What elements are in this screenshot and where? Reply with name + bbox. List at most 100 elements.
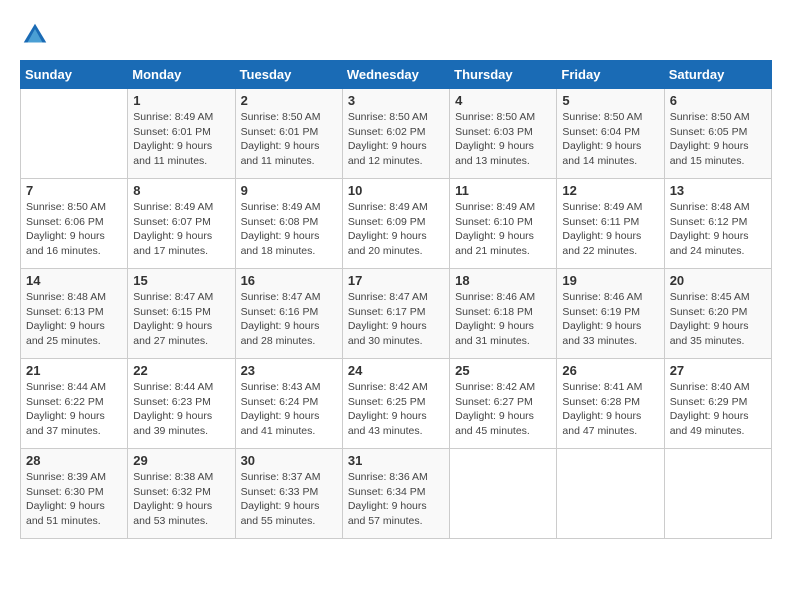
day-number: 25 xyxy=(455,363,551,378)
day-number: 12 xyxy=(562,183,658,198)
calendar-cell xyxy=(21,89,128,179)
cell-info: Sunrise: 8:49 AMSunset: 6:01 PMDaylight:… xyxy=(133,110,229,169)
cell-info: Sunrise: 8:47 AMSunset: 6:17 PMDaylight:… xyxy=(348,290,444,349)
weekday-header-saturday: Saturday xyxy=(664,61,771,89)
calendar-week-row: 28 Sunrise: 8:39 AMSunset: 6:30 PMDayligh… xyxy=(21,449,772,539)
calendar-week-row: 7 Sunrise: 8:50 AMSunset: 6:06 PMDaylight… xyxy=(21,179,772,269)
calendar-cell: 21Sunrise: 8:44 AMSunset: 6:22 PMDayligh… xyxy=(21,359,128,449)
day-number: 3 xyxy=(348,93,444,108)
day-number: 19 xyxy=(562,273,658,288)
calendar-cell: 2 Sunrise: 8:50 AMSunset: 6:01 PMDaylight… xyxy=(235,89,342,179)
cell-info: Sunrise: 8:48 AMSunset: 6:12 PMDaylight:… xyxy=(670,200,766,259)
cell-info: Sunrise: 8:42 AMSunset: 6:27 PMDaylight:… xyxy=(455,380,551,439)
day-number: 23 xyxy=(241,363,337,378)
cell-info: Sunrise: 8:37 AMSunset: 6:33 PMDaylight:… xyxy=(241,470,337,529)
calendar-cell xyxy=(450,449,557,539)
weekday-header-thursday: Thursday xyxy=(450,61,557,89)
day-number: 4 xyxy=(455,93,551,108)
calendar-cell: 23 Sunrise: 8:43 AMSunset: 6:24 PMDayligh… xyxy=(235,359,342,449)
logo xyxy=(20,20,54,50)
cell-info: Sunrise: 8:49 AMSunset: 6:11 PMDaylight:… xyxy=(562,200,658,259)
calendar-cell: 28 Sunrise: 8:39 AMSunset: 6:30 PMDayligh… xyxy=(21,449,128,539)
day-number: 30 xyxy=(241,453,337,468)
calendar-cell: 29Sunrise: 8:38 AMSunset: 6:32 PMDayligh… xyxy=(128,449,235,539)
day-number: 5 xyxy=(562,93,658,108)
weekday-header-monday: Monday xyxy=(128,61,235,89)
cell-info: Sunrise: 8:49 AMSunset: 6:07 PMDaylight:… xyxy=(133,200,229,259)
calendar-cell: 11 Sunrise: 8:49 AMSunset: 6:10 PMDayligh… xyxy=(450,179,557,269)
day-number: 24 xyxy=(348,363,444,378)
calendar-cell: 4 Sunrise: 8:50 AMSunset: 6:03 PMDaylight… xyxy=(450,89,557,179)
cell-info: Sunrise: 8:41 AMSunset: 6:28 PMDaylight:… xyxy=(562,380,658,439)
calendar-cell: 16 Sunrise: 8:47 AMSunset: 6:16 PMDayligh… xyxy=(235,269,342,359)
cell-info: Sunrise: 8:48 AMSunset: 6:13 PMDaylight:… xyxy=(26,290,122,349)
day-number: 7 xyxy=(26,183,122,198)
day-number: 15 xyxy=(133,273,229,288)
day-number: 27 xyxy=(670,363,766,378)
calendar-cell: 24 Sunrise: 8:42 AMSunset: 6:25 PMDayligh… xyxy=(342,359,449,449)
cell-info: Sunrise: 8:43 AMSunset: 6:24 PMDaylight:… xyxy=(241,380,337,439)
day-number: 22 xyxy=(133,363,229,378)
calendar-cell: 6Sunrise: 8:50 AMSunset: 6:05 PMDaylight… xyxy=(664,89,771,179)
calendar-cell xyxy=(557,449,664,539)
day-number: 16 xyxy=(241,273,337,288)
calendar-week-row: 14 Sunrise: 8:48 AMSunset: 6:13 PMDayligh… xyxy=(21,269,772,359)
cell-info: Sunrise: 8:47 AMSunset: 6:15 PMDaylight:… xyxy=(133,290,229,349)
calendar-cell: 7 Sunrise: 8:50 AMSunset: 6:06 PMDaylight… xyxy=(21,179,128,269)
calendar-table: SundayMondayTuesdayWednesdayThursdayFrid… xyxy=(20,60,772,539)
calendar-cell: 8 Sunrise: 8:49 AMSunset: 6:07 PMDaylight… xyxy=(128,179,235,269)
calendar-cell: 1 Sunrise: 8:49 AMSunset: 6:01 PMDaylight… xyxy=(128,89,235,179)
day-number: 2 xyxy=(241,93,337,108)
page-header xyxy=(20,20,772,50)
calendar-cell: 26 Sunrise: 8:41 AMSunset: 6:28 PMDayligh… xyxy=(557,359,664,449)
cell-info: Sunrise: 8:50 AMSunset: 6:04 PMDaylight:… xyxy=(562,110,658,169)
calendar-week-row: 1 Sunrise: 8:49 AMSunset: 6:01 PMDaylight… xyxy=(21,89,772,179)
cell-info: Sunrise: 8:45 AMSunset: 6:20 PMDaylight:… xyxy=(670,290,766,349)
calendar-cell: 14 Sunrise: 8:48 AMSunset: 6:13 PMDayligh… xyxy=(21,269,128,359)
weekday-header-friday: Friday xyxy=(557,61,664,89)
cell-info: Sunrise: 8:50 AMSunset: 6:05 PMDaylight:… xyxy=(670,110,766,169)
cell-info: Sunrise: 8:50 AMSunset: 6:02 PMDaylight:… xyxy=(348,110,444,169)
calendar-body: 1 Sunrise: 8:49 AMSunset: 6:01 PMDaylight… xyxy=(21,89,772,539)
calendar-cell: 31Sunrise: 8:36 AMSunset: 6:34 PMDayligh… xyxy=(342,449,449,539)
cell-info: Sunrise: 8:50 AMSunset: 6:01 PMDaylight:… xyxy=(241,110,337,169)
cell-info: Sunrise: 8:50 AMSunset: 6:03 PMDaylight:… xyxy=(455,110,551,169)
calendar-cell: 12 Sunrise: 8:49 AMSunset: 6:11 PMDayligh… xyxy=(557,179,664,269)
day-number: 26 xyxy=(562,363,658,378)
cell-info: Sunrise: 8:42 AMSunset: 6:25 PMDaylight:… xyxy=(348,380,444,439)
calendar-cell: 30 Sunrise: 8:37 AMSunset: 6:33 PMDayligh… xyxy=(235,449,342,539)
cell-info: Sunrise: 8:50 AMSunset: 6:06 PMDaylight:… xyxy=(26,200,122,259)
cell-info: Sunrise: 8:39 AMSunset: 6:30 PMDaylight:… xyxy=(26,470,122,529)
calendar-cell: 17 Sunrise: 8:47 AMSunset: 6:17 PMDayligh… xyxy=(342,269,449,359)
cell-info: Sunrise: 8:49 AMSunset: 6:09 PMDaylight:… xyxy=(348,200,444,259)
cell-info: Sunrise: 8:40 AMSunset: 6:29 PMDaylight:… xyxy=(670,380,766,439)
day-number: 10 xyxy=(348,183,444,198)
calendar-cell: 15 Sunrise: 8:47 AMSunset: 6:15 PMDayligh… xyxy=(128,269,235,359)
calendar-cell: 10 Sunrise: 8:49 AMSunset: 6:09 PMDayligh… xyxy=(342,179,449,269)
calendar-cell: 19 Sunrise: 8:46 AMSunset: 6:19 PMDayligh… xyxy=(557,269,664,359)
calendar-header: SundayMondayTuesdayWednesdayThursdayFrid… xyxy=(21,61,772,89)
day-number: 1 xyxy=(133,93,229,108)
cell-info: Sunrise: 8:44 AMSunset: 6:22 PMDaylight:… xyxy=(26,380,122,439)
day-number: 11 xyxy=(455,183,551,198)
day-number: 28 xyxy=(26,453,122,468)
calendar-cell: 9Sunrise: 8:49 AMSunset: 6:08 PMDaylight… xyxy=(235,179,342,269)
day-number: 8 xyxy=(133,183,229,198)
calendar-cell: 13 Sunrise: 8:48 AMSunset: 6:12 PMDayligh… xyxy=(664,179,771,269)
day-number: 20 xyxy=(670,273,766,288)
calendar-week-row: 21Sunrise: 8:44 AMSunset: 6:22 PMDayligh… xyxy=(21,359,772,449)
cell-info: Sunrise: 8:46 AMSunset: 6:19 PMDaylight:… xyxy=(562,290,658,349)
calendar-cell: 27 Sunrise: 8:40 AMSunset: 6:29 PMDayligh… xyxy=(664,359,771,449)
cell-info: Sunrise: 8:49 AMSunset: 6:10 PMDaylight:… xyxy=(455,200,551,259)
day-number: 9 xyxy=(241,183,337,198)
cell-info: Sunrise: 8:47 AMSunset: 6:16 PMDaylight:… xyxy=(241,290,337,349)
cell-info: Sunrise: 8:36 AMSunset: 6:34 PMDaylight:… xyxy=(348,470,444,529)
weekday-header-sunday: Sunday xyxy=(21,61,128,89)
day-number: 17 xyxy=(348,273,444,288)
day-number: 18 xyxy=(455,273,551,288)
calendar-cell: 3 Sunrise: 8:50 AMSunset: 6:02 PMDaylight… xyxy=(342,89,449,179)
day-number: 13 xyxy=(670,183,766,198)
calendar-cell xyxy=(664,449,771,539)
day-number: 14 xyxy=(26,273,122,288)
cell-info: Sunrise: 8:46 AMSunset: 6:18 PMDaylight:… xyxy=(455,290,551,349)
